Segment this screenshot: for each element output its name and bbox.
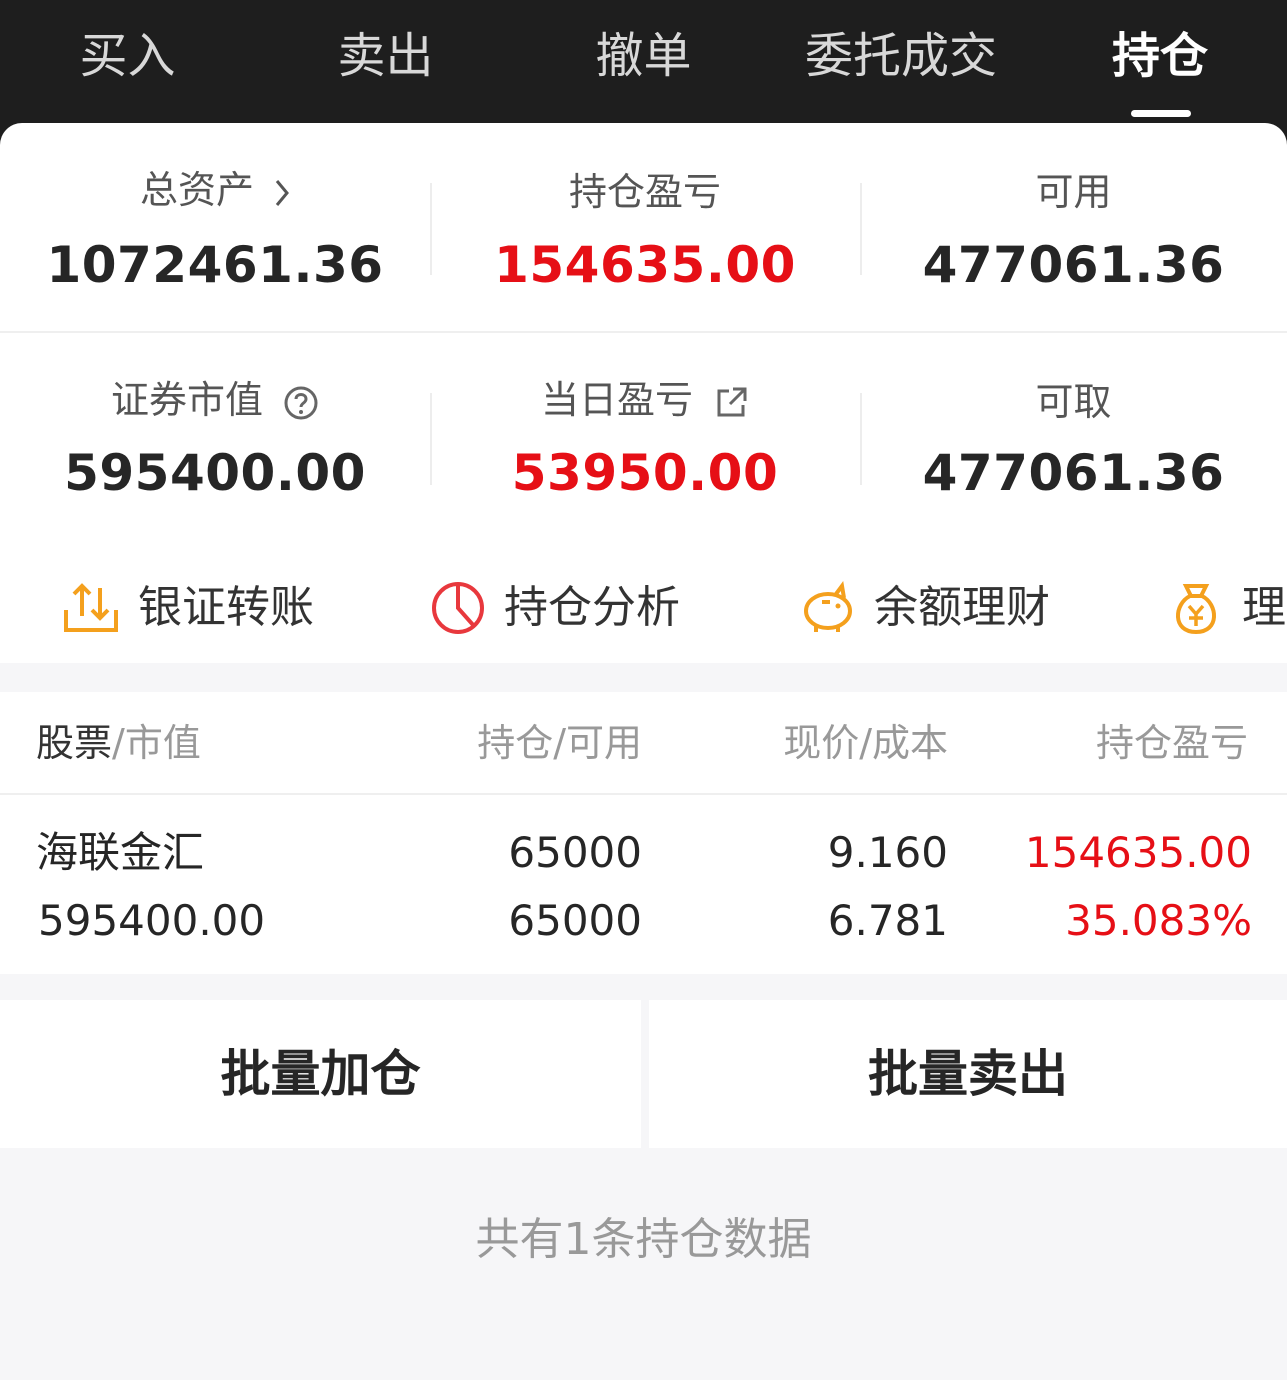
stock-name: 海联金汇: [36, 828, 205, 877]
cost-price: 6.781: [827, 896, 948, 945]
column-header-stock-sub: /市值: [112, 721, 201, 765]
position-pnl-percent: 35.083%: [1065, 896, 1252, 945]
quick-action-balance-finance[interactable]: 余额理财: [800, 573, 1050, 643]
divider: [0, 331, 1287, 333]
stock-market-value: 595400.00: [38, 896, 266, 945]
tab-sell[interactable]: 卖出: [298, 26, 473, 86]
current-price: 9.160: [827, 828, 948, 877]
position-pnl-label: 持仓盈亏: [568, 170, 721, 214]
quick-action-label: 理财: [1242, 582, 1287, 633]
market-value-value: 595400.00: [64, 444, 366, 502]
daily-pnl-label-wrap[interactable]: 当日盈亏: [430, 377, 860, 423]
column-header-price: 现价/成本: [783, 721, 948, 765]
available-label: 可用: [1035, 170, 1112, 214]
total-assets-label-wrap[interactable]: 总资产: [0, 167, 430, 213]
active-tab-indicator: [1131, 110, 1191, 117]
quick-action-label: 银证转账: [138, 582, 314, 633]
quick-action-label: 持仓分析: [504, 582, 680, 633]
daily-pnl-label: 当日盈亏: [540, 378, 693, 422]
pie-chart-icon: [432, 582, 484, 634]
piggy-bank-icon: [804, 581, 852, 632]
market-value-label: 证券市值: [110, 378, 263, 422]
position-qty: 65000: [508, 828, 642, 877]
quick-action-analysis[interactable]: 持仓分析: [430, 573, 680, 643]
column-header-position: 持仓/可用: [477, 721, 642, 765]
available-qty: 65000: [508, 896, 642, 945]
total-assets-label: 总资产: [139, 168, 254, 212]
chevron-right-icon: [275, 179, 289, 206]
withdrawable-label: 可取: [1035, 380, 1112, 424]
daily-pnl-value: 53950.00: [511, 444, 779, 502]
position-pnl-value: 154635.00: [494, 236, 796, 294]
question-icon[interactable]: [283, 385, 319, 421]
account-summary-card: 总资产 1072461.36 持仓盈亏 154635.00 可用 477061.…: [0, 123, 1287, 663]
batch-sell-button[interactable]: 批量卖出: [649, 1000, 1287, 1148]
tab-buy[interactable]: 买入: [40, 26, 215, 86]
money-bag-icon: [1176, 584, 1216, 635]
total-assets-value: 1072461.36: [46, 236, 384, 294]
batch-add-button[interactable]: 批量加仓: [0, 1000, 641, 1148]
position-pnl: 154635.00: [1024, 828, 1252, 877]
divider: [0, 793, 1287, 795]
quick-action-transfer[interactable]: 银证转账: [62, 573, 314, 643]
share-external-icon: [717, 387, 747, 416]
transfer-icon: [64, 583, 118, 632]
tab-orders-trades[interactable]: 委托成交: [790, 26, 1012, 86]
available-value: 477061.36: [922, 236, 1225, 294]
tab-cancel[interactable]: 撤单: [556, 26, 731, 86]
withdrawable-value: 477061.36: [922, 444, 1225, 502]
column-header-stock: 股票/市值: [36, 720, 201, 766]
quick-action-label: 余额理财: [874, 582, 1050, 633]
market-value-label-wrap: 证券市值: [0, 377, 430, 423]
quick-action-wealth[interactable]: 理财: [1168, 573, 1287, 643]
position-count-text: 共有1条持仓数据: [475, 1214, 812, 1265]
column-header-stock-main: 股票: [36, 721, 113, 765]
tab-positions[interactable]: 持仓: [1080, 26, 1240, 86]
positions-table: 股票/市值 持仓/可用 现价/成本 持仓盈亏 海联金汇 595400.00 65…: [0, 692, 1287, 974]
column-header-pnl: 持仓盈亏: [1096, 721, 1249, 765]
